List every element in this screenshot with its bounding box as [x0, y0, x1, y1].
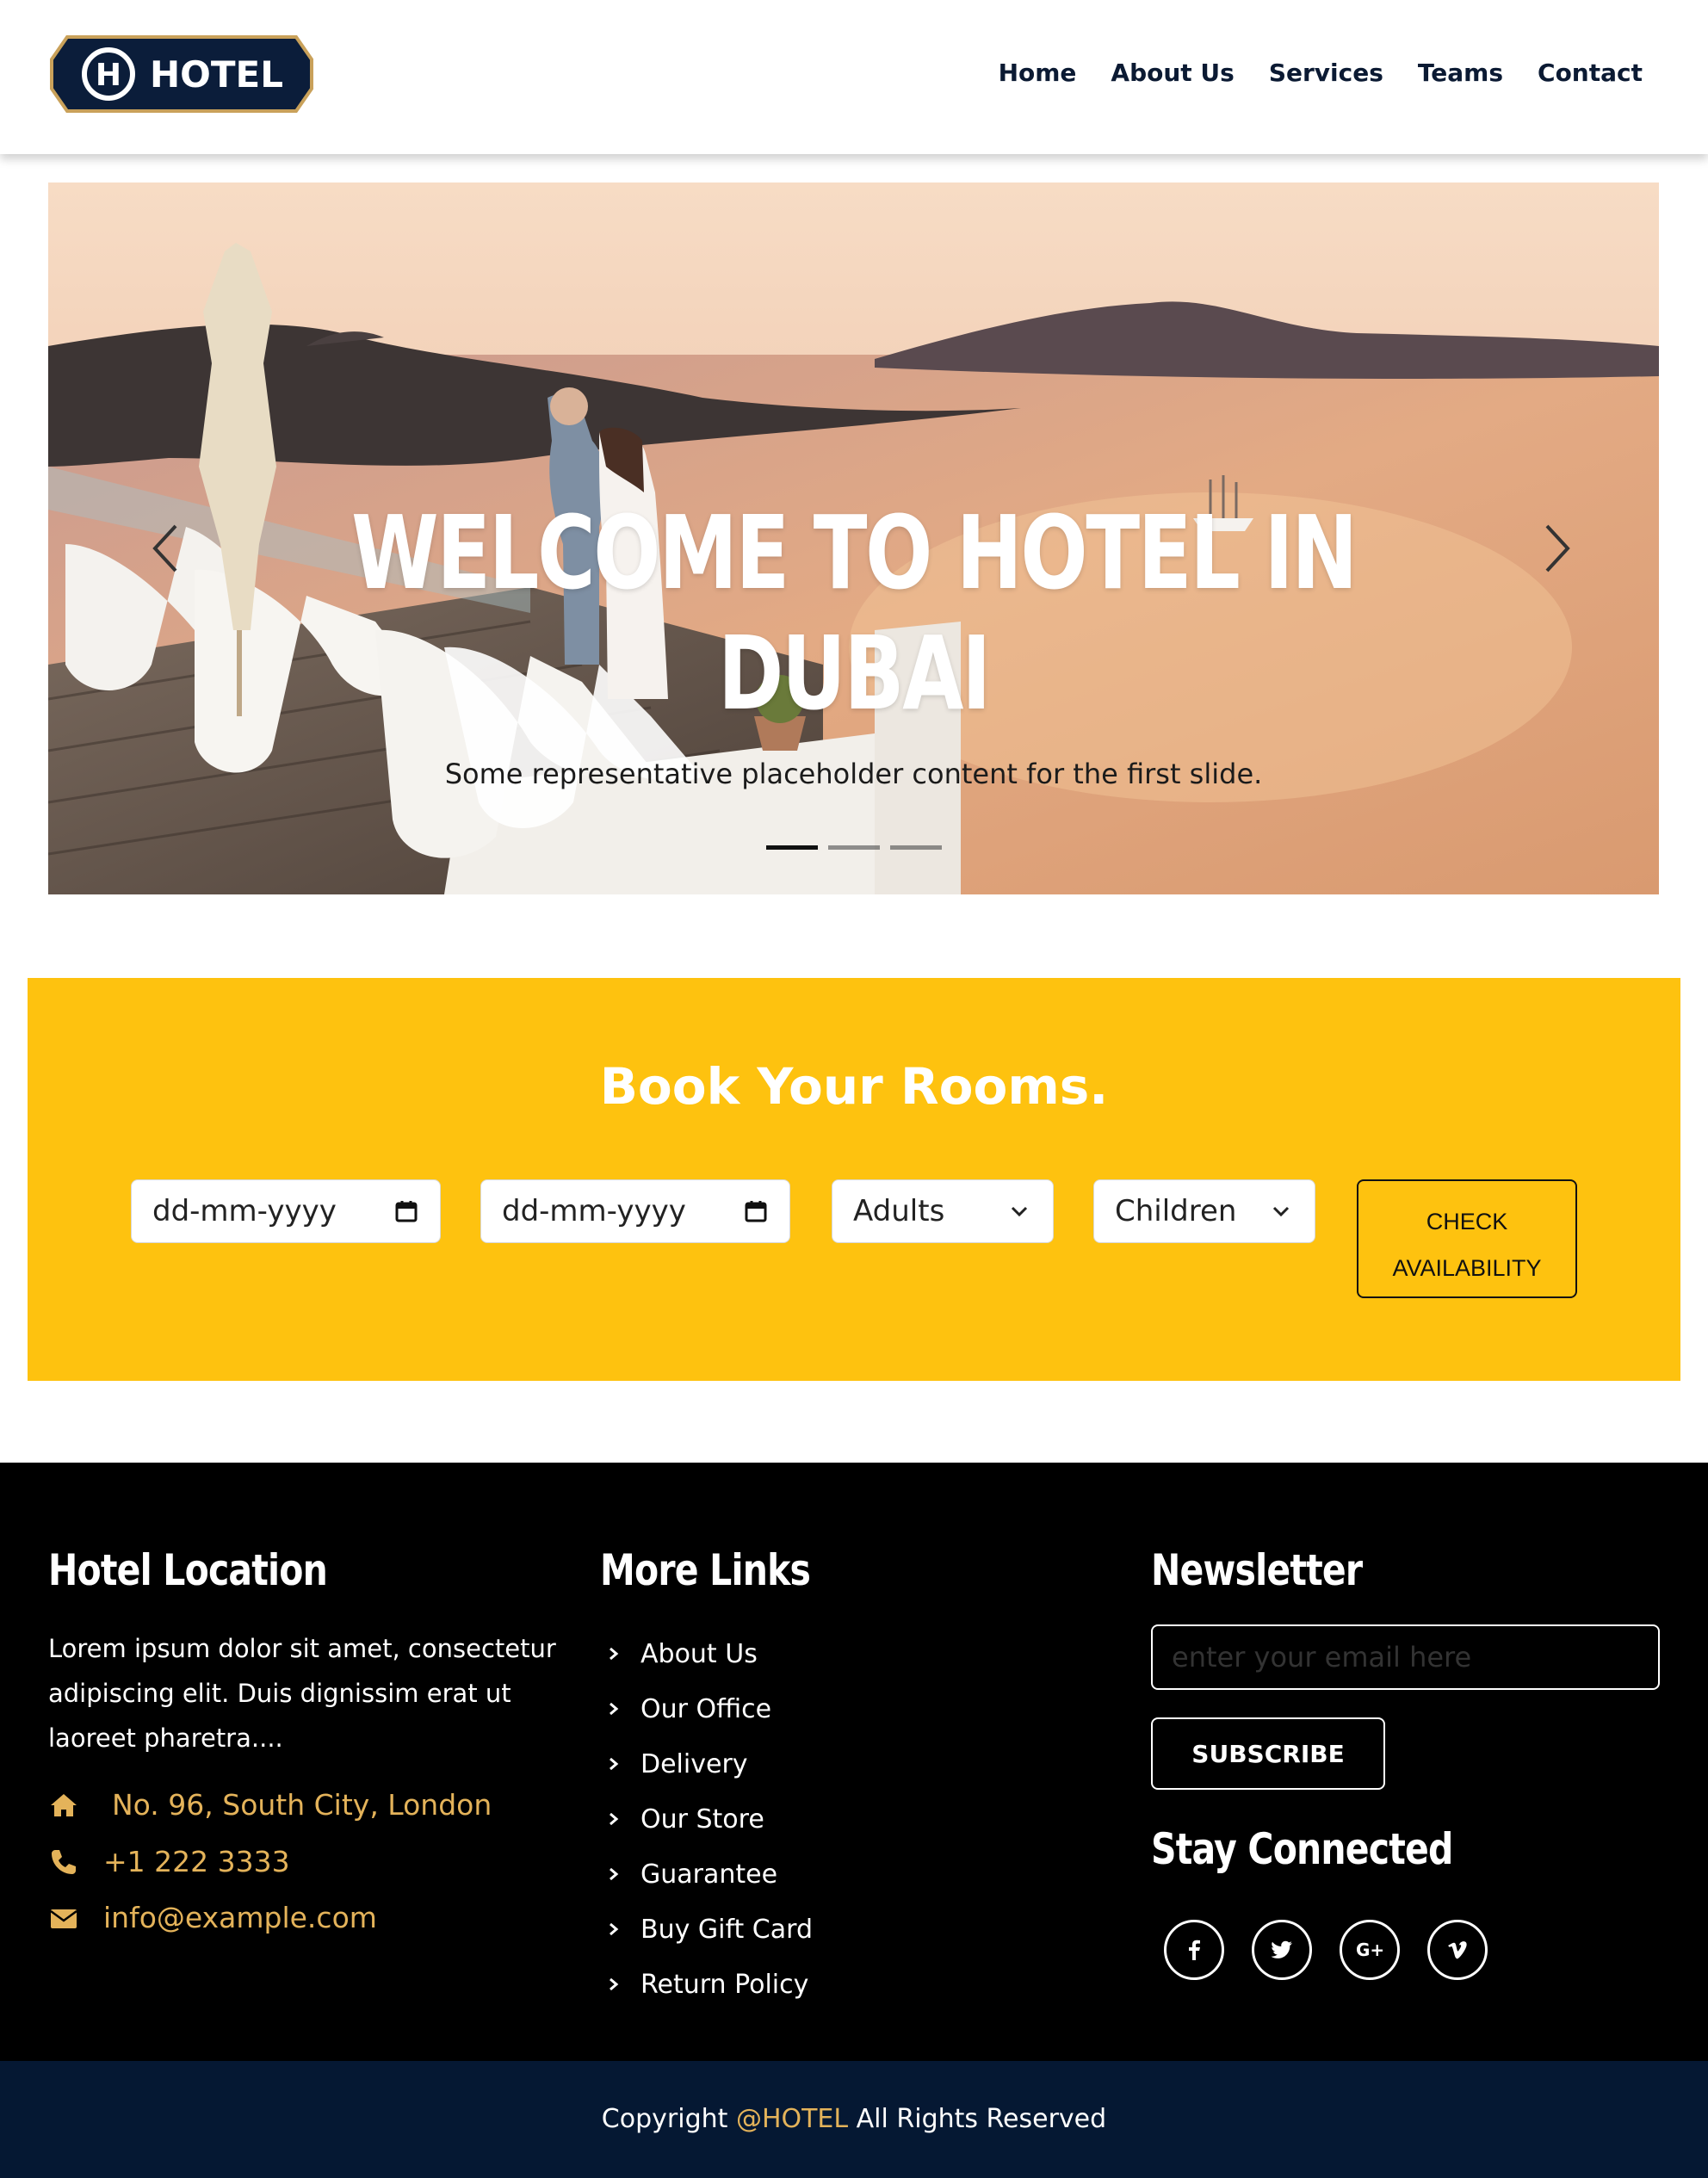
social-links: G+ [1164, 1920, 1488, 1980]
children-select[interactable]: Children [1093, 1179, 1315, 1243]
footer: Hotel Location Lorem ipsum dolor sit ame… [0, 1463, 1708, 2061]
chevron-right-icon [610, 1867, 619, 1881]
address-row: No. 96, South City, London [48, 1788, 492, 1822]
main-nav: Home About Us Services Teams Contact [999, 59, 1643, 87]
svg-text:G+: G+ [1356, 1940, 1384, 1960]
check-button-line2: AVAILABILITY [1392, 1255, 1542, 1281]
carousel-indicator-1[interactable] [765, 845, 818, 850]
chevron-right-icon [610, 1977, 619, 1991]
navbar: H HOTEL Home About Us Services Teams Con… [0, 0, 1708, 154]
footer-link-return-policy[interactable]: Return Policy [606, 1957, 813, 2012]
location-text: Lorem ipsum dolor sit amet, consectetur … [48, 1634, 556, 1753]
chevron-right-icon [610, 1647, 619, 1661]
facebook-icon [1189, 1940, 1200, 1960]
phone-icon [52, 1849, 76, 1874]
footer-link-guarantee[interactable]: Guarantee [606, 1847, 813, 1902]
chevron-right-icon [610, 1702, 619, 1716]
footer-link-label: Guarantee [640, 1859, 778, 1890]
carousel-indicators [48, 845, 1659, 850]
vimeo-link[interactable] [1427, 1920, 1488, 1980]
copyright-brand-link[interactable]: @HOTEL [736, 2104, 848, 2134]
checkout-placeholder: dd-mm-yyyy [502, 1194, 686, 1228]
google-plus-link[interactable]: G+ [1340, 1920, 1400, 1980]
chevron-left-icon [152, 524, 177, 572]
footer-link-label: About Us [640, 1638, 758, 1669]
footer-link-label: Return Policy [640, 1969, 809, 2000]
home-icon [51, 1793, 77, 1816]
carousel-prev-button[interactable] [141, 514, 193, 583]
booking-section: Book Your Rooms. dd-mm-yyyy dd-mm-yyyy A… [28, 978, 1680, 1381]
check-button-line1: CHECK [1426, 1209, 1508, 1234]
checkout-date-input[interactable]: dd-mm-yyyy [480, 1179, 790, 1243]
svg-text:HOTEL: HOTEL [150, 53, 283, 96]
footer-link-label: Buy Gift Card [640, 1914, 813, 1945]
footer-link-our-office[interactable]: Our Office [606, 1681, 813, 1736]
more-links-title: More Links [600, 1545, 811, 1595]
footer-link-label: Our Store [640, 1804, 764, 1835]
checkin-date-input[interactable]: dd-mm-yyyy [131, 1179, 441, 1243]
chevron-right-icon [610, 1757, 619, 1771]
nav-teams[interactable]: Teams [1418, 59, 1503, 87]
chevron-down-icon [1011, 1206, 1028, 1217]
facebook-link[interactable] [1164, 1920, 1224, 1980]
nav-about-us[interactable]: About Us [1111, 59, 1234, 87]
hero-title: WELCOME TO HOTEL IN DUBAI [351, 493, 1358, 733]
more-links-list: About Us Our Office Delivery Our Store G… [606, 1626, 813, 2012]
adults-select[interactable]: Adults [832, 1179, 1054, 1243]
location-title: Hotel Location [48, 1545, 328, 1595]
svg-text:H: H [96, 58, 121, 93]
phone-text[interactable]: +1 222 3333 [103, 1845, 290, 1878]
chevron-right-icon [1545, 524, 1570, 572]
footer-link-label: Our Office [640, 1693, 772, 1724]
subscribe-button[interactable]: SUBSCRIBE [1151, 1717, 1385, 1790]
newsletter-email-input[interactable] [1151, 1624, 1660, 1690]
calendar-icon [745, 1201, 767, 1222]
carousel-indicator-3[interactable] [889, 845, 942, 850]
chevron-right-icon [610, 1922, 619, 1936]
children-label: Children [1115, 1194, 1237, 1228]
carousel-indicator-2[interactable] [827, 845, 880, 850]
email-row: info@example.com [48, 1901, 377, 1934]
copyright-prefix: Copyright [601, 2104, 728, 2134]
booking-title: Book Your Rooms. [599, 1057, 1109, 1116]
address-text: No. 96, South City, London [112, 1788, 492, 1822]
checkin-placeholder: dd-mm-yyyy [152, 1194, 337, 1228]
vimeo-icon [1448, 1941, 1467, 1959]
check-availability-button[interactable]: CHECK AVAILABILITY [1357, 1179, 1577, 1298]
footer-link-our-store[interactable]: Our Store [606, 1791, 813, 1847]
email-text[interactable]: info@example.com [103, 1901, 377, 1934]
envelope-icon [50, 1909, 77, 1928]
google-plus-icon: G+ [1356, 1940, 1384, 1960]
copyright-suffix: All Rights Reserved [856, 2104, 1107, 2134]
nav-contact[interactable]: Contact [1538, 59, 1643, 87]
calendar-icon [395, 1201, 418, 1222]
twitter-icon [1271, 1940, 1292, 1958]
footer-link-label: Delivery [640, 1748, 748, 1779]
copyright-bar: Copyright @HOTEL All Rights Reserved [0, 2061, 1708, 2178]
nav-home[interactable]: Home [999, 59, 1077, 87]
hotel-logo[interactable]: H HOTEL [48, 34, 315, 114]
chevron-down-icon [1272, 1206, 1290, 1217]
nav-services[interactable]: Services [1269, 59, 1383, 87]
twitter-link[interactable] [1252, 1920, 1312, 1980]
newsletter-title: Newsletter [1151, 1545, 1363, 1595]
stay-connected-title: Stay Connected [1151, 1824, 1453, 1874]
chevron-right-icon [610, 1812, 619, 1826]
hero-carousel: WELCOME TO HOTEL IN DUBAI Some represent… [48, 183, 1659, 894]
hero-caption: Some representative placeholder content … [444, 758, 1263, 790]
footer-link-buy-gift-card[interactable]: Buy Gift Card [606, 1902, 813, 1957]
footer-link-about-us[interactable]: About Us [606, 1626, 813, 1681]
footer-link-delivery[interactable]: Delivery [606, 1736, 813, 1791]
adults-label: Adults [853, 1194, 945, 1228]
phone-row: +1 222 3333 [48, 1845, 290, 1878]
carousel-next-button[interactable] [1530, 514, 1581, 583]
